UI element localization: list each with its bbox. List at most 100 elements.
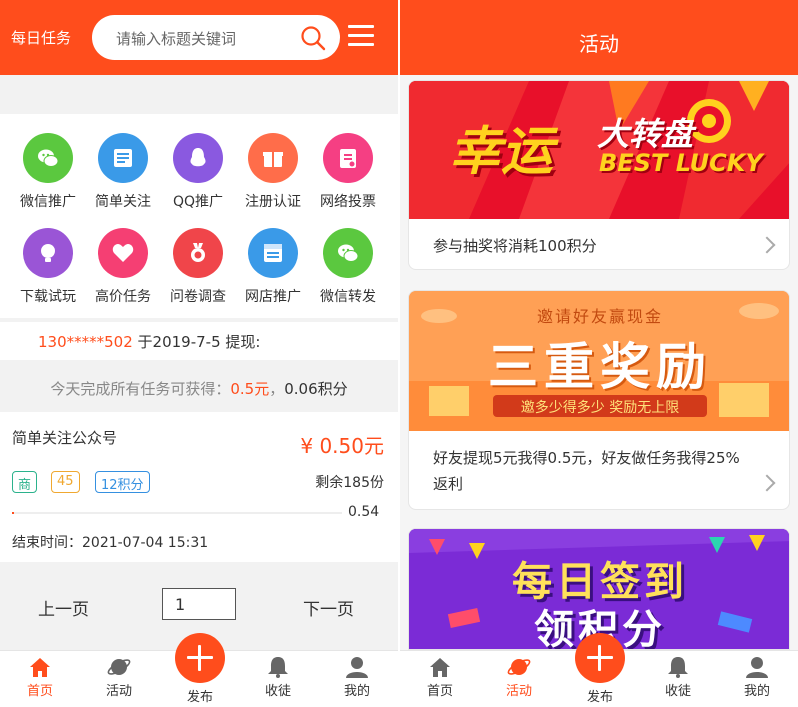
search-box[interactable]: 请输入标题关键词 bbox=[92, 15, 340, 60]
task-progress-fill bbox=[12, 512, 14, 514]
user-icon bbox=[346, 657, 368, 678]
nav-favorites-label: 收徒 bbox=[664, 684, 691, 699]
nav-mine-label: 我的 bbox=[343, 684, 370, 699]
progress-percent: 0.54 bbox=[348, 504, 380, 520]
menu-icon[interactable] bbox=[348, 25, 374, 47]
top-bar: 每日任务 请输入标题关键词 bbox=[0, 0, 398, 75]
wechat-icon bbox=[23, 133, 73, 183]
nav-favorites[interactable]: 收徒 bbox=[248, 656, 308, 699]
category-label: 网店推广 bbox=[245, 289, 301, 305]
nav-activity-label: 活动 bbox=[505, 684, 532, 699]
home-icon bbox=[430, 658, 450, 677]
category-label: 简单关注 bbox=[95, 194, 151, 210]
nav-mine-label: 我的 bbox=[743, 684, 770, 699]
brand-title: 每日任务 bbox=[11, 29, 72, 47]
banner-title-lucky: 幸运 bbox=[449, 122, 554, 182]
summary-points: 0.06积分 bbox=[284, 380, 348, 398]
category-label: 下载试玩 bbox=[20, 289, 76, 305]
category-grid: 微信推广 简单关注 QQ推广 注册认证 网络投票下载试玩 高价任务 问卷调查 网店推广 微信转发 bbox=[0, 114, 398, 318]
nav-favorites[interactable]: 收徒 bbox=[648, 656, 708, 699]
category-item[interactable]: 网店推广 bbox=[235, 217, 311, 313]
nav-mine[interactable]: 我的 bbox=[327, 656, 387, 699]
category-item[interactable]: 简单关注 bbox=[85, 122, 161, 218]
gift-icon bbox=[248, 133, 298, 183]
nav-activity[interactable]: 活动 bbox=[89, 656, 149, 699]
page-number-input[interactable]: 1 bbox=[162, 588, 236, 620]
banner-sub-invite: 邀多少得多少 奖励无上限 bbox=[493, 395, 707, 417]
task-title: 简单关注公众号 bbox=[12, 429, 118, 447]
wechat-icon bbox=[323, 228, 373, 278]
invite-banner: 邀请好友赢现金 三重奖励 邀多少得多少 奖励无上限 bbox=[409, 291, 789, 431]
nav-home[interactable]: 首页 bbox=[10, 656, 70, 699]
category-label: 微信推广 bbox=[20, 194, 76, 210]
publish-label: 发布 bbox=[186, 690, 213, 705]
notice-text: 于2019-7-5 提现: bbox=[132, 333, 261, 351]
user-icon bbox=[746, 657, 768, 678]
publish-button[interactable] bbox=[575, 633, 625, 683]
shop-tag: 商 bbox=[12, 471, 38, 493]
task-progress-bar bbox=[12, 512, 342, 514]
activity-card-invite[interactable]: 邀请好友赢现金 三重奖励 邀多少得多少 奖励无上限 好友提现5元我得0.5元，好… bbox=[408, 290, 790, 510]
withdraw-notice: 130*****502 于2019-7-5 提现: bbox=[0, 322, 398, 360]
qq-penguin-icon bbox=[173, 133, 223, 183]
clipboard-icon bbox=[323, 133, 373, 183]
planet-icon bbox=[507, 659, 531, 675]
bell-icon bbox=[268, 657, 288, 678]
publish-button[interactable] bbox=[175, 633, 225, 683]
activity-title: 活动 bbox=[400, 0, 798, 75]
category-item[interactable]: 问卷调查 bbox=[160, 217, 236, 313]
task-card[interactable]: 简单关注公众号 ¥ 0.50元 商 45 12积分 剩余185份 0.54 结束… bbox=[0, 412, 398, 562]
nav-favorites-label: 收徒 bbox=[264, 684, 291, 699]
notice-phone: 130*****502 bbox=[38, 333, 133, 351]
category-item[interactable]: 高价任务 bbox=[85, 217, 161, 313]
nav-home[interactable]: 首页 bbox=[410, 656, 470, 699]
prev-page-button[interactable]: 上一页 bbox=[38, 595, 89, 620]
nav-home-label: 首页 bbox=[426, 684, 453, 699]
remaining-count: 剩余185份 bbox=[315, 475, 384, 491]
card-description: 参与抽奖将消耗100积分 bbox=[433, 237, 597, 255]
nav-activity[interactable]: 活动 bbox=[489, 656, 549, 699]
lightbulb-icon bbox=[23, 228, 73, 278]
category-label: 网络投票 bbox=[320, 194, 376, 210]
category-item[interactable]: 注册认证 bbox=[235, 122, 311, 218]
medal-icon bbox=[173, 228, 223, 278]
summary-prefix: 今天完成所有任务可获得： bbox=[50, 380, 231, 398]
points-tag: 12积分 bbox=[95, 471, 150, 493]
category-item[interactable]: 微信推广 bbox=[10, 122, 86, 218]
task-price: ¥ 0.50元 bbox=[300, 434, 384, 458]
task-screen: 每日任务 请输入标题关键词 微信推广 简单关注 QQ推广 注册认证 网络投票下载试玩 高价… bbox=[0, 0, 398, 707]
nav-activity-label: 活动 bbox=[105, 684, 132, 699]
summary-money: 0.5元 bbox=[230, 380, 270, 398]
search-icon[interactable] bbox=[300, 25, 326, 51]
category-item[interactable]: 下载试玩 bbox=[10, 217, 86, 313]
planet-icon bbox=[107, 659, 131, 675]
banner-top-invite: 邀请好友赢现金 bbox=[536, 307, 663, 326]
category-item[interactable]: 网络投票 bbox=[310, 122, 386, 218]
category-label: 微信转发 bbox=[320, 289, 376, 305]
bell-icon bbox=[668, 657, 688, 678]
activity-screen: 活动 幸运 大转盘 BEST LUCKY 参与抽奖将消耗100积分 邀请好友赢现… bbox=[400, 0, 798, 707]
heart-icon bbox=[98, 228, 148, 278]
document-icon bbox=[98, 133, 148, 183]
nav-mine[interactable]: 我的 bbox=[727, 656, 787, 699]
activity-card-lucky-wheel[interactable]: 幸运 大转盘 BEST LUCKY 参与抽奖将消耗100积分 bbox=[408, 80, 790, 270]
category-label: 问卷调查 bbox=[170, 289, 226, 305]
activity-card-checkin[interactable]: 每日签到 领积分 bbox=[408, 528, 790, 650]
daily-summary: 今天完成所有任务可获得：0.5元，0.06积分 bbox=[0, 364, 398, 410]
summary-sep: ， bbox=[269, 380, 285, 398]
banner-sub-bestlucky: BEST LUCKY bbox=[599, 149, 763, 177]
nav-home-label: 首页 bbox=[26, 684, 53, 699]
end-time: 结束时间：2021-07-04 15:31 bbox=[12, 535, 209, 551]
lucky-wheel-banner: 幸运 大转盘 BEST LUCKY bbox=[409, 81, 789, 219]
publish-label: 发布 bbox=[586, 690, 613, 705]
category-label: 注册认证 bbox=[245, 194, 301, 210]
shop-page-icon bbox=[248, 228, 298, 278]
category-item[interactable]: QQ推广 bbox=[160, 122, 236, 218]
category-item[interactable]: 微信转发 bbox=[310, 217, 386, 313]
checkin-banner: 每日签到 领积分 bbox=[409, 529, 789, 649]
banner-title-triple-reward: 三重奖励 bbox=[488, 338, 712, 396]
category-label: 高价任务 bbox=[95, 289, 151, 305]
card-description: 好友提现5元我得0.5元，好友做任务我得25%返利 bbox=[433, 449, 740, 493]
search-input[interactable]: 请输入标题关键词 bbox=[116, 28, 236, 49]
next-page-button[interactable]: 下一页 bbox=[303, 595, 354, 620]
